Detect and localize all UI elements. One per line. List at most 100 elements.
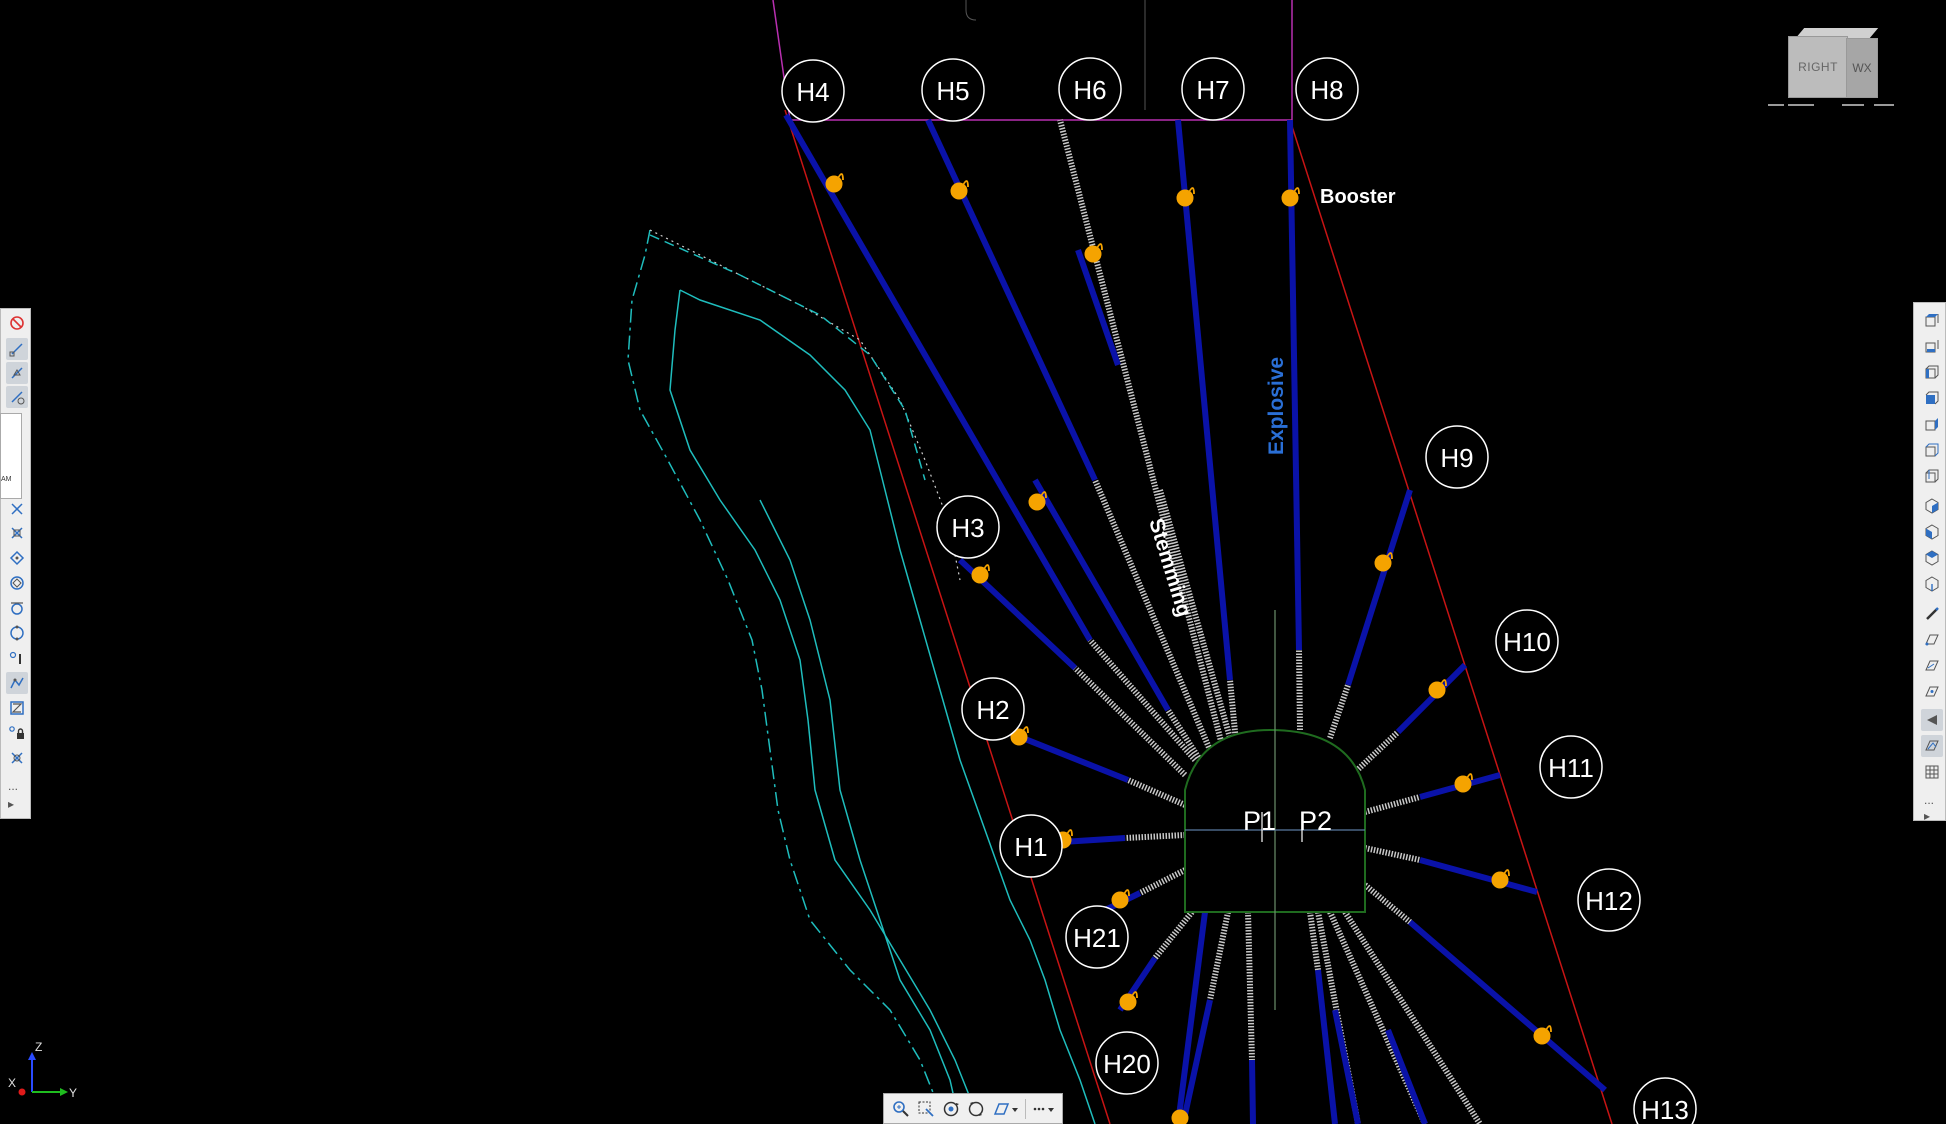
zoom-window-button[interactable]	[915, 1098, 937, 1120]
view-iso-nw-button[interactable]	[1921, 547, 1943, 569]
ucs-y-label: Y	[69, 1086, 78, 1100]
booster-marker	[1028, 493, 1046, 511]
explosive-label: Explosive	[1265, 357, 1288, 455]
contour-inner-right	[679, 289, 1096, 1124]
view-front-button[interactable]	[1921, 413, 1943, 435]
snap-endpoint-button[interactable]	[6, 338, 28, 360]
snap-node-button[interactable]	[6, 547, 28, 569]
apparent-intersection-icon	[11, 527, 23, 539]
ucs-plane-3-button[interactable]	[1921, 681, 1943, 703]
hole-h8-label: H8	[1310, 75, 1343, 105]
zoom-icon	[893, 1101, 909, 1117]
grid-button[interactable]	[1921, 761, 1943, 783]
snap-intersection-button[interactable]	[6, 498, 28, 520]
prohibited-icon	[10, 316, 24, 330]
booster-label: Booster	[1320, 186, 1396, 208]
viewcube-side-face[interactable]: WX	[1846, 38, 1878, 98]
view-iso-custom-button[interactable]	[1921, 573, 1943, 595]
intersection-icon	[11, 503, 23, 515]
left-toolbar: ... ▸	[0, 308, 31, 819]
view-right-button[interactable]	[1921, 387, 1943, 409]
view-top-icon	[1925, 314, 1939, 327]
grid-icon	[1925, 765, 1939, 779]
contour-dashed-top	[649, 234, 926, 481]
hole-h4-label: H4	[796, 77, 829, 107]
view-top-button[interactable]	[1921, 309, 1943, 331]
lock-icon	[9, 726, 24, 739]
right-toolbar-more-button[interactable]: ...	[1924, 794, 1934, 806]
booster-marker	[950, 182, 968, 200]
drawing-viewport[interactable]: P1 P2 H4 H5 H6 H7 H8 H9 H10 H11 H12 H13 …	[0, 0, 1946, 1124]
hole-h21-label: H21	[1073, 923, 1121, 953]
view-right-icon	[1925, 391, 1939, 405]
booster-marker	[1374, 554, 1392, 572]
navigation-bar	[883, 1093, 1063, 1124]
orbit-button[interactable]	[940, 1098, 962, 1120]
right-toolbar: ... ▸	[1913, 302, 1946, 822]
hole-h5-label: H5	[936, 76, 969, 106]
ucs-world-button[interactable]	[1921, 735, 1943, 757]
plane-1-icon	[1925, 634, 1939, 646]
hole-h3-label: H3	[951, 513, 984, 543]
ucs-plane-2-button[interactable]	[1921, 655, 1943, 677]
contour-dashdot	[627, 229, 941, 1111]
viewcube-compass[interactable]	[1766, 104, 1896, 107]
ucs-draw-button[interactable]	[1921, 603, 1943, 625]
snap-perpendicular-button[interactable]	[6, 622, 28, 644]
snap-tangent-button[interactable]	[6, 597, 28, 619]
snap-apparent-intersection-button[interactable]	[6, 522, 28, 544]
hole-callouts	[781, 57, 1697, 1124]
viewcube[interactable]: RIGHT WX	[1766, 24, 1896, 128]
left-toolbar-expand-icon[interactable]: ▸	[8, 798, 14, 810]
snap-settings-button[interactable]	[6, 747, 28, 769]
hole-labels: H4 H5 H6 H7 H8 H9 H10 H11 H12 H13 H3 H2 …	[796, 75, 1688, 1124]
hole-h2-label: H2	[976, 695, 1009, 725]
no-snap-button[interactable]	[6, 312, 28, 334]
snap-lock-button[interactable]	[6, 722, 28, 744]
right-toolbar-expand-icon[interactable]: ▸	[1924, 810, 1930, 822]
booster-marker	[1084, 245, 1102, 263]
p2-label: P2	[1299, 806, 1332, 836]
snap-extension-button[interactable]	[6, 672, 28, 694]
line-endpoint-icon	[9, 343, 23, 357]
ucs-previous-button[interactable]	[1921, 709, 1943, 731]
polyline-snap-icon	[10, 677, 24, 689]
left-toolbar-more-button[interactable]: ...	[8, 780, 18, 792]
snap-parallel-button[interactable]	[6, 647, 28, 669]
iso-cube-nw-icon	[1925, 550, 1939, 566]
nav-more-dropdown[interactable]	[1029, 1098, 1059, 1120]
ucs-x-label: X	[8, 1076, 17, 1090]
ucs-plane-1-button[interactable]	[1921, 629, 1943, 651]
view-left-button[interactable]	[1921, 361, 1943, 383]
snap-settings-icon	[11, 752, 23, 764]
zoom-realtime-button[interactable]	[890, 1098, 912, 1120]
hole-h7-label: H7	[1196, 75, 1229, 105]
booster-marker	[1176, 189, 1194, 207]
view-bottom-button[interactable]	[1921, 335, 1943, 357]
view-iso-sw-button[interactable]	[1921, 465, 1943, 487]
iso-cube-ne-icon	[1925, 524, 1939, 540]
orbit-icon	[943, 1101, 959, 1117]
tangent-icon	[11, 602, 23, 615]
snap-midpoint-button[interactable]	[6, 362, 28, 384]
view-iso-se-button[interactable]	[1921, 495, 1943, 517]
snap-quadrant-button[interactable]	[6, 572, 28, 594]
view-style-icon	[993, 1103, 1018, 1115]
free-orbit-button[interactable]	[965, 1098, 987, 1120]
booster-marker	[1491, 871, 1509, 889]
point-one-icon	[9, 651, 21, 664]
view-iso-ne-button[interactable]	[1921, 521, 1943, 543]
snap-nearest-button[interactable]	[6, 697, 28, 719]
view-iso-sw-icon	[1925, 469, 1939, 483]
viewcube-right-face[interactable]: RIGHT	[1788, 36, 1848, 98]
view-back-icon	[1925, 443, 1939, 457]
plane-3-icon	[1925, 686, 1939, 697]
hole-h6-label: H6	[1073, 75, 1106, 105]
iso-cube-custom-icon	[1925, 576, 1939, 592]
booster-marker	[1171, 1109, 1189, 1124]
ucs-world-icon	[1925, 740, 1939, 751]
snap-center-button[interactable]	[6, 386, 28, 408]
view-back-button[interactable]	[1921, 439, 1943, 461]
view-style-dropdown[interactable]	[991, 1098, 1021, 1120]
hole-h1-label: H1	[1014, 832, 1047, 862]
